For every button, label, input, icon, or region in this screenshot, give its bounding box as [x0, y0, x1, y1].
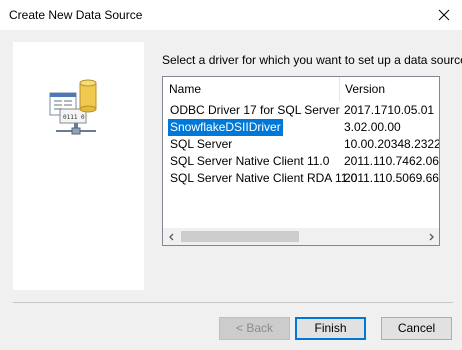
column-header-version[interactable]: Version	[340, 77, 439, 101]
close-button[interactable]	[426, 0, 462, 30]
driver-version: 2011.110.5069.66	[344, 171, 439, 185]
scroll-left-button[interactable]	[163, 228, 180, 245]
list-item[interactable]: SQL Server Native Client 11.0 2011.110.74…	[163, 153, 439, 170]
create-new-data-source-dialog: Create New Data Source 0111 0 Select a d…	[0, 0, 462, 350]
scroll-right-arrow-icon	[429, 233, 434, 240]
cancel-button[interactable]: Cancel	[381, 317, 452, 340]
svg-text:0111 0: 0111 0	[63, 114, 85, 121]
scroll-left-arrow-icon	[168, 233, 173, 240]
scroll-thumb[interactable]	[181, 231, 299, 242]
list-item[interactable]: ODBC Driver 17 for SQL Server 2017.1710.0…	[163, 102, 439, 119]
title-bar: Create New Data Source	[0, 0, 462, 30]
driver-name: SQL Server Native Client 11.0	[170, 154, 330, 168]
finish-button[interactable]: Finish	[295, 317, 366, 340]
column-header-name[interactable]: Name	[163, 77, 339, 101]
button-separator	[13, 302, 453, 303]
driver-name: ODBC Driver 17 for SQL Server	[170, 103, 340, 117]
driver-version: 3.02.00.00	[344, 120, 401, 134]
driver-name: SnowflakeDSIIDriver	[168, 119, 283, 136]
driver-list[interactable]: Name Version ODBC Driver 17 for SQL Serv…	[162, 76, 440, 246]
driver-rows: ODBC Driver 17 for SQL Server 2017.1710.0…	[163, 102, 439, 187]
driver-version: 10.00.20348.2322	[344, 137, 440, 151]
driver-version: 2017.1710.05.01	[344, 103, 435, 117]
instruction-text: Select a driver for which you want to se…	[162, 53, 462, 67]
horizontal-scrollbar[interactable]	[163, 228, 439, 245]
data-source-icon: 0111 0	[49, 79, 97, 135]
list-item[interactable]: SnowflakeDSIIDriver 3.02.00.00	[163, 119, 439, 136]
window-title: Create New Data Source	[9, 8, 143, 22]
list-item[interactable]: SQL Server 10.00.20348.2322	[163, 136, 439, 153]
scroll-right-button[interactable]	[422, 228, 439, 245]
back-button[interactable]: < Back	[219, 317, 290, 340]
driver-version: 2011.110.7462.06	[344, 154, 439, 168]
driver-name: SQL Server Native Client RDA 11.0	[170, 171, 358, 185]
close-icon	[438, 9, 450, 21]
side-illustration-panel: 0111 0	[13, 42, 144, 290]
driver-name: SQL Server	[170, 137, 233, 151]
list-item[interactable]: SQL Server Native Client RDA 11.0 2011.11…	[163, 170, 439, 187]
list-header: Name Version	[163, 77, 439, 101]
